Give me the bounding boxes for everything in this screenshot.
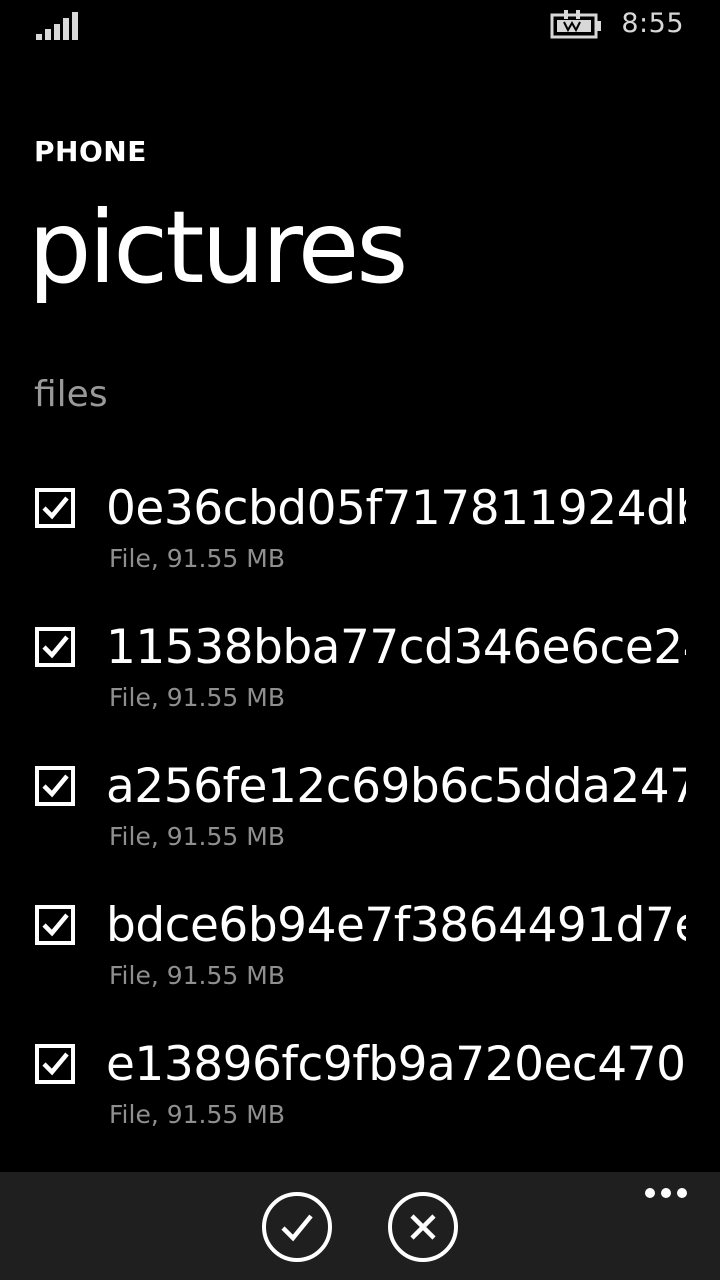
check-icon: [42, 635, 69, 659]
close-icon: [410, 1214, 436, 1240]
file-name: e13896fc9fb9a720ec4700: [106, 1037, 686, 1092]
more-options-button[interactable]: [645, 1188, 687, 1200]
file-checkbox[interactable]: [35, 905, 75, 945]
file-list-item[interactable]: e13896fc9fb9a720ec4700 File, 91.55 MB: [0, 1026, 720, 1165]
app-title: PHONE: [34, 135, 147, 168]
ellipsis-icon-dot: [645, 1188, 655, 1198]
file-meta: File, 91.55 MB: [109, 822, 285, 851]
check-icon: [42, 496, 69, 520]
section-label-files: files: [34, 374, 108, 415]
page-title: pictures: [28, 189, 408, 306]
file-checkbox[interactable]: [35, 627, 75, 667]
file-name: 11538bba77cd346e6ce24e: [106, 620, 686, 675]
file-meta: File, 91.55 MB: [109, 683, 285, 712]
file-list-item[interactable]: a256fe12c69b6c5dda247a File, 91.55 MB: [0, 748, 720, 887]
ellipsis-icon-dot: [661, 1188, 671, 1198]
file-checkbox[interactable]: [35, 766, 75, 806]
check-icon: [281, 1214, 313, 1242]
file-list-item[interactable]: bdce6b94e7f3864491d7ea File, 91.55 MB: [0, 887, 720, 1026]
file-checkbox[interactable]: [35, 488, 75, 528]
status-clock: 8:55: [621, 8, 684, 39]
file-name: a256fe12c69b6c5dda247a: [106, 759, 686, 814]
file-name: 0e36cbd05f717811924dbb: [106, 481, 686, 536]
check-icon: [42, 1052, 69, 1076]
check-icon: [42, 913, 69, 937]
cancel-button[interactable]: [388, 1192, 458, 1262]
file-name: bdce6b94e7f3864491d7ea: [106, 898, 686, 953]
file-meta: File, 91.55 MB: [109, 1100, 285, 1129]
signal-strength-icon: [36, 12, 78, 40]
file-checkbox[interactable]: [35, 1044, 75, 1084]
file-list-item[interactable]: 0e36cbd05f717811924dbb File, 91.55 MB: [0, 470, 720, 609]
confirm-button[interactable]: [262, 1192, 332, 1262]
file-list-item[interactable]: 11538bba77cd346e6ce24e File, 91.55 MB: [0, 609, 720, 748]
application-bar: [0, 1172, 720, 1280]
file-meta: File, 91.55 MB: [109, 961, 285, 990]
ellipsis-icon-dot: [677, 1188, 687, 1198]
file-list: 0e36cbd05f717811924dbb File, 91.55 MB 11…: [0, 470, 720, 1165]
check-icon: [42, 774, 69, 798]
status-bar: 8:55: [0, 0, 720, 52]
file-meta: File, 91.55 MB: [109, 544, 285, 573]
battery-charging-icon: [550, 10, 601, 39]
